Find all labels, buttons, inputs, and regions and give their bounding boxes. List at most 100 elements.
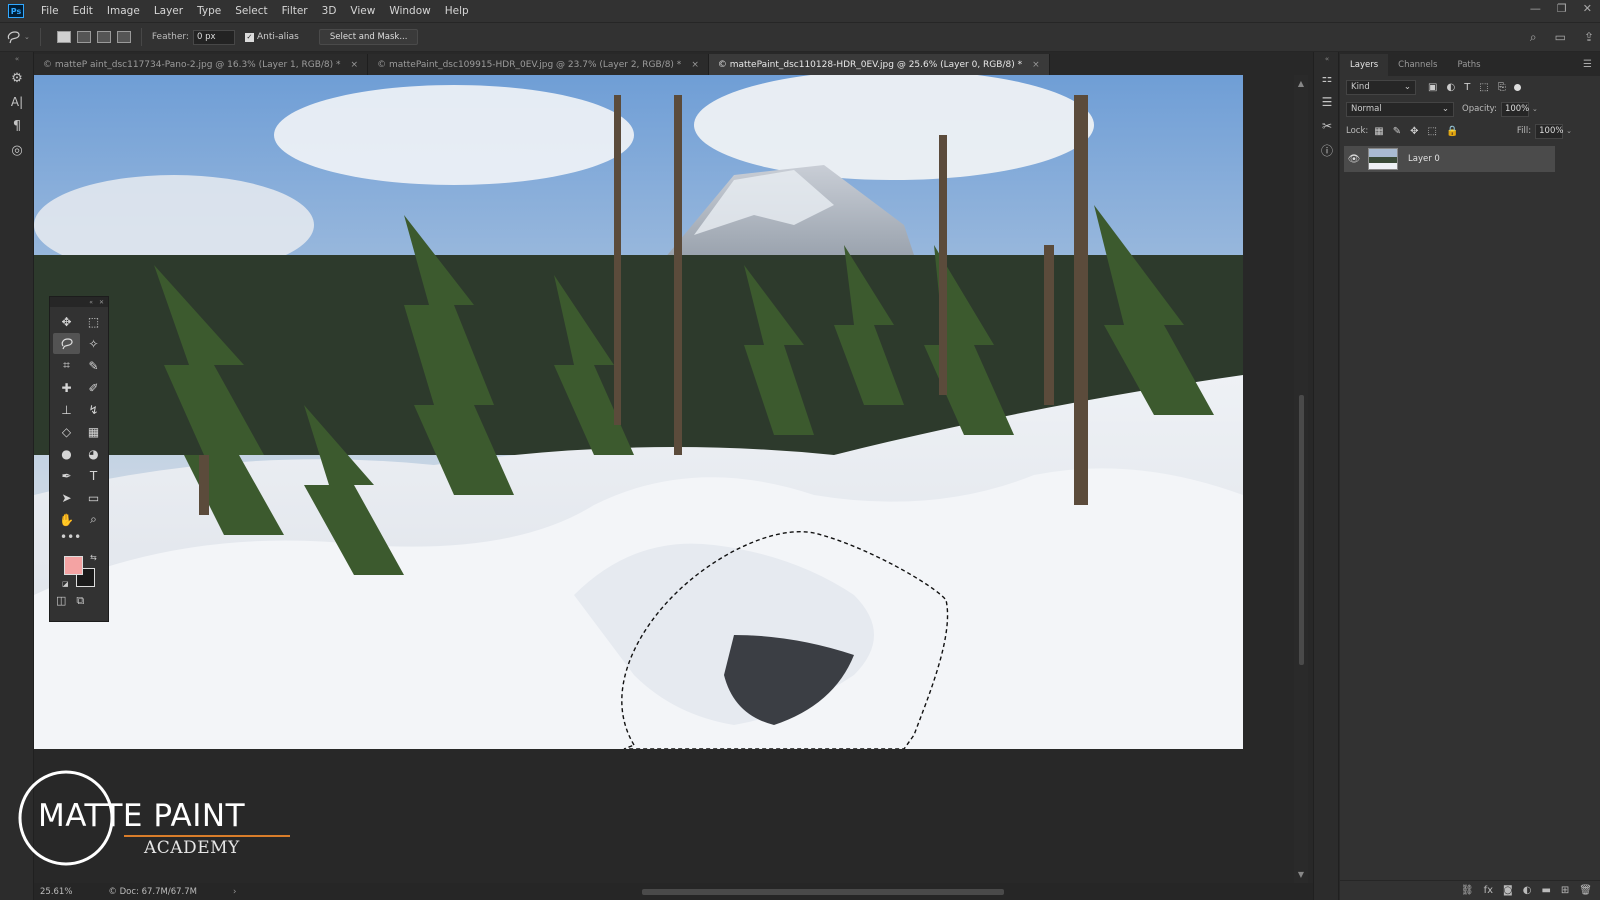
history-brush-icon[interactable]: ↯ <box>80 399 107 420</box>
antialias-checkbox[interactable]: ✓ <box>244 32 254 42</box>
tab-channels[interactable]: Channels <box>1388 54 1447 76</box>
properties-icon[interactable]: ⚏ <box>1314 66 1340 90</box>
zoom-tool-icon[interactable]: ⌕ <box>80 509 107 530</box>
smart-object-filter-icon[interactable]: ⎘ <box>1498 82 1506 93</box>
hand-tool-icon[interactable]: ✋ <box>53 509 80 530</box>
adjustment-filter-icon[interactable]: ◐ <box>1446 82 1455 93</box>
blur-tool-icon[interactable]: ● <box>53 443 80 464</box>
canvas-area[interactable] <box>34 75 1314 883</box>
status-arrow-icon[interactable]: › <box>233 887 236 897</box>
fx-icon[interactable]: fx <box>1484 885 1493 896</box>
magic-wand-icon[interactable]: ✧ <box>80 333 107 354</box>
document-tab[interactable]: © mattePaint_dsc109915-HDR_0EV.jpg @ 23.… <box>368 54 709 75</box>
opacity-input[interactable]: 100% <box>1500 101 1529 117</box>
lock-all-icon[interactable]: 🔒 <box>1446 126 1458 137</box>
toolbox-header[interactable]: « ✕ <box>50 297 108 307</box>
select-and-mask-button[interactable]: Select and Mask... <box>318 29 419 45</box>
collapse-icon[interactable]: « <box>89 299 93 306</box>
new-group-icon[interactable]: ▬ <box>1541 885 1550 896</box>
close-icon[interactable]: × <box>1032 60 1040 70</box>
path-selection-icon[interactable]: ➤ <box>53 487 80 508</box>
menu-file[interactable]: File <box>34 5 66 17</box>
horizontal-scrollbar[interactable] <box>264 889 1274 895</box>
trash-icon[interactable]: 🗑 <box>1579 885 1592 896</box>
menu-help[interactable]: Help <box>438 5 476 17</box>
blend-mode-select[interactable]: Normal ⌄ <box>1346 101 1454 117</box>
close-icon[interactable]: ✕ <box>1583 2 1592 15</box>
screen-mode-icon[interactable]: ⧉ <box>76 594 84 608</box>
scroll-up-icon[interactable]: ▲ <box>1296 79 1306 88</box>
panel-menu-icon[interactable]: ☰ <box>1583 59 1592 70</box>
adjustment-layer-icon[interactable]: ◐ <box>1523 885 1532 896</box>
kind-filter-select[interactable]: Kind ⌄ <box>1346 79 1416 95</box>
menu-layer[interactable]: Layer <box>147 5 190 17</box>
lock-transparent-icon[interactable]: ▦ <box>1374 126 1383 137</box>
doc-info[interactable]: © Doc: 67.7M/67.7M <box>108 887 197 897</box>
3d-icon[interactable]: ⚙ <box>0 66 34 90</box>
brush-tool-icon[interactable]: ✐ <box>80 377 107 398</box>
character-panel-icon[interactable]: A| <box>0 90 34 114</box>
shape-tool-icon[interactable]: ▭ <box>80 487 107 508</box>
menu-filter[interactable]: Filter <box>275 5 315 17</box>
document-canvas[interactable] <box>34 75 1243 749</box>
crop-tool-icon[interactable]: ⌗ <box>53 355 80 376</box>
menu-edit[interactable]: Edit <box>66 5 100 17</box>
subtract-from-selection-icon[interactable] <box>96 31 111 43</box>
workspace-icon[interactable]: ▭ <box>1555 30 1566 45</box>
eye-icon[interactable]: 👁 <box>1344 154 1364 165</box>
search-icon[interactable]: ⌕ <box>1530 30 1537 45</box>
close-icon[interactable]: × <box>351 60 359 70</box>
pixel-filter-icon[interactable]: ▣ <box>1428 82 1437 93</box>
type-filter-icon[interactable]: T <box>1464 82 1470 93</box>
add-mask-icon[interactable]: ◙ <box>1503 885 1513 896</box>
intersect-selection-icon[interactable] <box>116 31 131 43</box>
lock-image-icon[interactable]: ✎ <box>1393 126 1401 137</box>
foreground-color-swatch[interactable] <box>64 556 83 575</box>
menu-type[interactable]: Type <box>190 5 228 17</box>
lock-position-icon[interactable]: ✥ <box>1410 126 1418 137</box>
fill-input[interactable]: 100% <box>1535 123 1563 139</box>
lasso-tool-icon[interactable] <box>53 333 80 354</box>
lock-artboard-icon[interactable]: ⬚ <box>1427 126 1436 137</box>
tools-presets-icon[interactable]: ✂ <box>1314 114 1340 138</box>
chevron-down-icon[interactable]: ⌄ <box>1566 127 1572 135</box>
gradient-tool-icon[interactable]: ▦ <box>80 421 107 442</box>
zoom-level[interactable]: 25.61% <box>34 887 78 897</box>
eraser-icon[interactable]: ◇ <box>53 421 80 442</box>
move-tool-icon[interactable]: ✥ <box>53 311 80 332</box>
chevron-down-icon[interactable]: ⌄ <box>24 33 30 41</box>
default-colors-icon[interactable]: ◪ <box>62 580 69 588</box>
collapse-arrow-icon[interactable]: « <box>0 52 34 66</box>
adjustments-icon[interactable]: ☰ <box>1314 90 1340 114</box>
restore-icon[interactable]: ❐ <box>1557 2 1567 15</box>
scroll-down-icon[interactable]: ▼ <box>1296 870 1306 879</box>
shape-filter-icon[interactable]: ⬚ <box>1479 82 1488 93</box>
layer-row[interactable]: 👁 Layer 0 <box>1344 146 1555 172</box>
new-selection-icon[interactable] <box>56 31 71 43</box>
add-to-selection-icon[interactable] <box>76 31 91 43</box>
chevron-down-icon[interactable]: ⌄ <box>1532 105 1538 113</box>
menu-select[interactable]: Select <box>228 5 274 17</box>
filter-toggle-icon[interactable] <box>1513 83 1521 91</box>
marquee-tool-icon[interactable]: ⬚ <box>80 311 107 332</box>
collapse-arrow-icon[interactable]: « <box>1314 52 1340 66</box>
new-layer-icon[interactable]: ⊞ <box>1561 885 1569 896</box>
menu-3d[interactable]: 3D <box>315 5 344 17</box>
clone-stamp-icon[interactable]: ⊥ <box>53 399 80 420</box>
paragraph-panel-icon[interactable]: ¶ <box>0 114 34 138</box>
tab-layers[interactable]: Layers <box>1340 54 1389 76</box>
close-icon[interactable]: ✕ <box>99 299 104 306</box>
tab-paths[interactable]: Paths <box>1447 54 1490 76</box>
type-tool-icon[interactable]: T <box>80 465 107 486</box>
dodge-tool-icon[interactable]: ◕ <box>80 443 107 464</box>
vertical-scrollbar[interactable]: ▲ ▼ <box>1294 75 1308 883</box>
minimize-icon[interactable]: — <box>1530 2 1541 15</box>
link-layers-icon[interactable]: ⛓ <box>1461 885 1474 896</box>
feather-input[interactable]: 0 px <box>192 29 235 45</box>
menu-view[interactable]: View <box>343 5 382 17</box>
close-icon[interactable]: × <box>691 60 699 70</box>
scroll-thumb[interactable] <box>1299 395 1304 665</box>
menu-image[interactable]: Image <box>100 5 147 17</box>
scroll-thumb[interactable] <box>642 889 1004 895</box>
lasso-tool-preset-icon[interactable] <box>6 30 22 44</box>
